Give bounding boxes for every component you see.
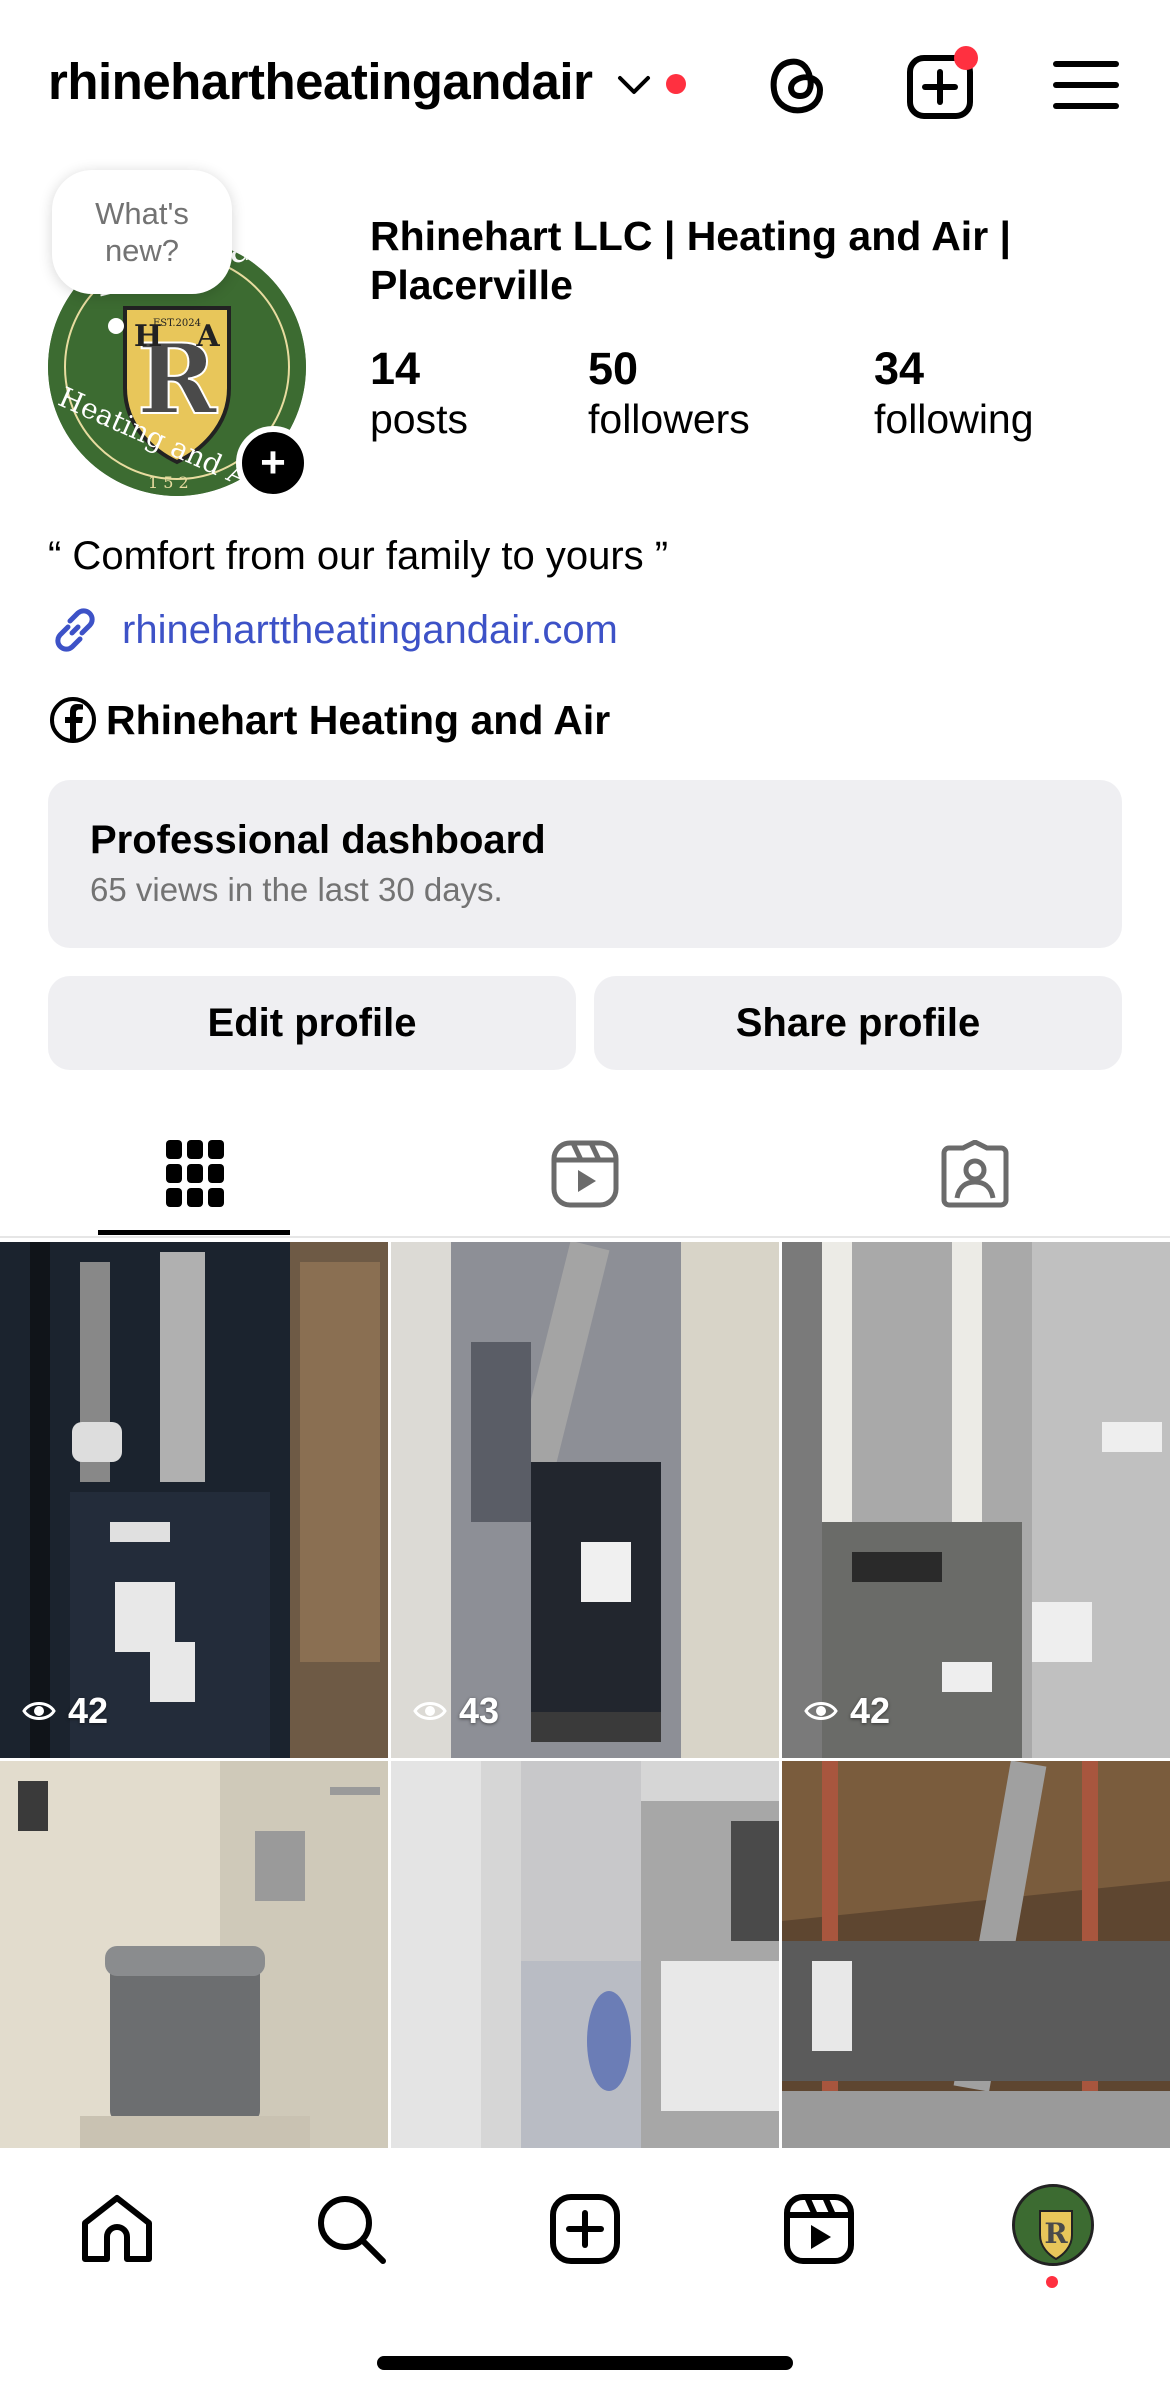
- note-bubble-tail: [108, 318, 124, 334]
- grid-icon: [166, 1140, 224, 1207]
- grid-post[interactable]: 43: [391, 1242, 779, 1758]
- reels-icon: [784, 2194, 854, 2264]
- view-count: 42: [22, 1690, 108, 1732]
- professional-dashboard[interactable]: Professional dashboard 65 views in the l…: [48, 780, 1122, 948]
- nav-search[interactable]: [306, 2184, 396, 2274]
- nav-home[interactable]: [72, 2184, 162, 2274]
- stat-posts-value: 14: [370, 343, 421, 394]
- account-username[interactable]: rhinehartheatingandair: [48, 52, 593, 111]
- edit-profile-button[interactable]: Edit profile: [48, 976, 576, 1070]
- post-thumbnail: [782, 1761, 1170, 2151]
- stat-following[interactable]: 34 following: [874, 344, 1034, 445]
- home-icon: [82, 2195, 152, 2262]
- profile-bio: “ Comfort from our family to yours ”: [48, 534, 669, 578]
- svg-text:EST.2024: EST.2024: [153, 318, 201, 329]
- profile-link-text: rhineharttheatingandair.com: [122, 607, 618, 652]
- post-thumbnail: [782, 1242, 1170, 1758]
- company-logo: R: [1015, 2187, 1091, 2263]
- post-thumbnail: [0, 1242, 388, 1758]
- grid-post[interactable]: [391, 1761, 779, 2151]
- stat-following-value: 34: [874, 343, 925, 394]
- add-story-button[interactable]: +: [236, 426, 310, 500]
- profile-tabs: [0, 1110, 1170, 1238]
- stat-following-label: following: [874, 395, 1034, 442]
- profile-notification-dot: [1046, 2276, 1058, 2288]
- tab-posts-grid[interactable]: [0, 1110, 390, 1238]
- grid-post[interactable]: 42: [0, 1242, 388, 1758]
- nav-reels[interactable]: [774, 2184, 864, 2274]
- eye-icon: [413, 1702, 447, 1720]
- reels-icon: [551, 1140, 619, 1208]
- stat-followers-value: 50: [588, 343, 639, 394]
- post-thumbnail: [391, 1242, 779, 1758]
- view-count: 42: [804, 1690, 890, 1732]
- share-profile-button[interactable]: Share profile: [594, 976, 1122, 1070]
- stat-posts[interactable]: 14 posts: [370, 344, 468, 445]
- dashboard-title: Professional dashboard: [90, 818, 546, 862]
- eye-icon: [804, 1702, 838, 1720]
- view-count-value: 43: [459, 1690, 500, 1731]
- account-notification-dot: [666, 74, 686, 94]
- facebook-link[interactable]: Rhinehart Heating and Air: [48, 690, 610, 750]
- dashboard-subtitle: 65 views in the last 30 days.: [90, 871, 503, 908]
- tagged-person-icon: [941, 1140, 1009, 1208]
- view-count-value: 42: [68, 1690, 109, 1731]
- stat-followers-label: followers: [588, 395, 750, 442]
- view-count: 43: [413, 1690, 499, 1732]
- profile-link[interactable]: rhineharttheatingandair.com: [48, 600, 618, 660]
- link-icon: [55, 608, 95, 652]
- profile-display-name: Rhinehart LLC | Heating and Air | Placer…: [370, 213, 1012, 309]
- search-icon: [318, 2196, 386, 2264]
- active-tab-indicator: [98, 1230, 290, 1235]
- chevron-down-icon[interactable]: [616, 70, 652, 100]
- new-post-notification-dot: [954, 46, 978, 70]
- post-thumbnail: [391, 1761, 779, 2151]
- note-text: What's new?: [95, 195, 189, 268]
- home-indicator: [377, 2356, 793, 2370]
- note-bubble[interactable]: What's new?: [52, 170, 232, 294]
- grid-post[interactable]: 42: [782, 1242, 1170, 1758]
- post-thumbnail: [0, 1761, 388, 2151]
- facebook-icon: [50, 697, 96, 743]
- eye-icon: [22, 1702, 56, 1720]
- tab-tagged[interactable]: [780, 1110, 1170, 1238]
- stat-posts-label: posts: [370, 395, 468, 442]
- tab-reels[interactable]: [390, 1110, 780, 1238]
- top-bar: rhinehartheatingandair: [0, 0, 1170, 170]
- nav-create[interactable]: [540, 2184, 630, 2274]
- svg-text:1 5 2: 1 5 2: [148, 473, 189, 492]
- threads-icon[interactable]: [760, 48, 834, 122]
- menu-icon[interactable]: [1050, 48, 1124, 122]
- grid-post[interactable]: [0, 1761, 388, 2151]
- svg-text:R: R: [1044, 2217, 1068, 2250]
- grid-post[interactable]: [782, 1761, 1170, 2151]
- facebook-name: Rhinehart Heating and Air: [106, 696, 611, 743]
- view-count-value: 42: [850, 1690, 891, 1731]
- create-icon: [550, 2194, 620, 2264]
- nav-profile-avatar[interactable]: R: [1012, 2184, 1094, 2266]
- stat-followers[interactable]: 50 followers: [588, 344, 750, 445]
